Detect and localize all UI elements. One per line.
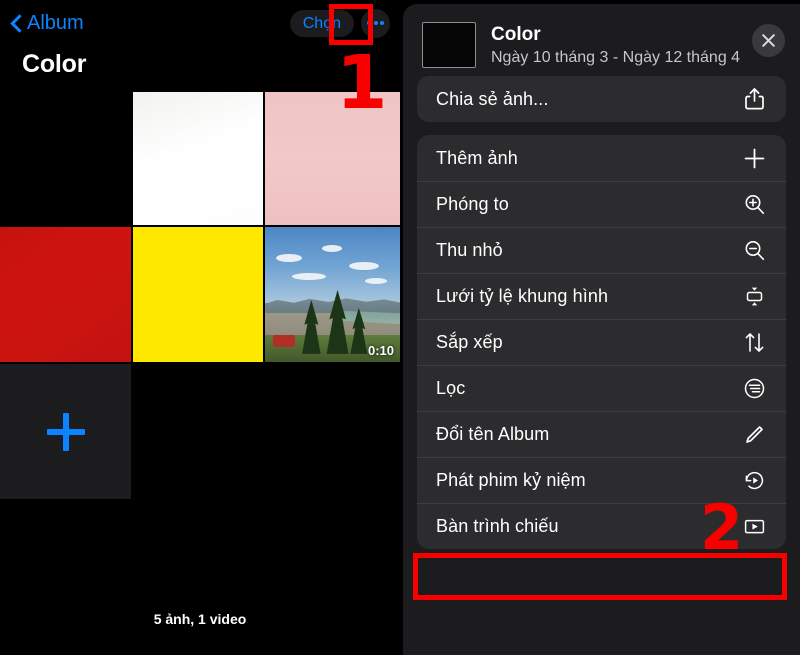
video-duration-label: 0:10 [367,343,394,358]
navigation-bar-actions: Chọn [289,8,390,38]
screenshot-root: Album Chọn Color 0:10 5 ảnh, 1 video Col… [0,0,800,655]
sheet-header: Color Ngày 10 tháng 3 - Ngày 12 tháng 4 [403,4,800,76]
menu-item-slideshow[interactable]: Bàn trình chiếu [417,503,786,549]
menu-item-label: Phóng to [436,193,509,214]
ellipsis-dot [380,21,384,25]
add-photos-tile[interactable] [0,364,131,499]
photo-thumbnail-red[interactable] [0,227,131,362]
cloud-shape [321,244,342,252]
album-thumbnail [422,22,476,68]
photo-grid: 0:10 [0,92,400,499]
photo-thumbnail-white[interactable] [132,92,264,225]
album-options-sheet: Color Ngày 10 tháng 3 - Ngày 12 tháng 4 … [403,4,800,655]
photo-thumbnail-black[interactable] [0,92,131,225]
menu-item-add-photos[interactable]: Thêm ảnh [417,135,786,181]
menu-item-filter[interactable]: Lọc [417,365,786,411]
close-icon[interactable] [752,24,785,57]
video-thumbnail-landscape[interactable]: 0:10 [265,227,400,362]
slideshow-icon [739,511,769,541]
share-menu-card: Chia sẻ ảnh... [417,76,786,122]
aspect-ratio-icon [739,281,769,311]
sheet-date-range: Ngày 10 tháng 3 - Ngày 12 tháng 4 [491,49,741,66]
pencil-icon [739,419,769,449]
menu-item-rename-album[interactable]: Đổi tên Album [417,411,786,457]
memory-play-icon [739,465,769,495]
photos-album-pane: Album Chọn Color 0:10 5 ảnh, 1 video [0,0,400,655]
menu-item-label: Lưới tỷ lệ khung hình [436,285,609,306]
zoom-out-icon [739,235,769,265]
menu-item-label: Thu nhỏ [436,239,503,260]
zoom-in-icon [739,189,769,219]
ellipsis-dot [373,21,378,25]
menu-item-sort[interactable]: Sắp xếp [417,319,786,365]
menu-item-label: Phát phim kỷ niệm [436,469,586,490]
menu-item-aspect-ratio-grid[interactable]: Lưới tỷ lệ khung hình [417,273,786,319]
menu-item-label: Lọc [436,377,466,398]
menu-item-zoom-in[interactable]: Phóng to [417,181,786,227]
ellipsis-dot [367,21,371,25]
plus-icon [46,412,85,451]
plus-icon [739,143,769,173]
album-item-count: 5 ảnh, 1 video [153,611,247,627]
menu-item-label: Đổi tên Album [436,423,550,444]
photo-thumbnail-yellow[interactable] [132,227,264,362]
photo-grid-row: 0:10 [0,227,400,362]
cloud-shape [292,272,327,280]
cloud-shape [348,262,379,271]
chevron-left-icon [11,14,22,33]
menu-item-label: Thêm ảnh [436,147,518,168]
page-title: Color [22,50,87,78]
sky-region [265,227,400,303]
navigation-bar: Album Chọn [0,0,400,46]
sheet-title: Color [491,24,541,45]
share-icon [739,84,769,114]
cloud-shape [276,254,303,262]
filter-icon [739,373,769,403]
photo-thumbnail-pink[interactable] [265,92,400,225]
photo-grid-row [0,92,400,225]
sort-icon [739,327,769,357]
photo-grid-row [0,364,400,499]
menu-item-label: Bàn trình chiếu [436,515,559,536]
back-button-label: Album [27,12,84,34]
menu-item-zoom-out[interactable]: Thu nhỏ [417,227,786,273]
menu-item-play-memory-movie[interactable]: Phát phim kỷ niệm [417,457,786,503]
red-roof-shape [273,335,295,348]
select-button[interactable]: Chọn [289,9,354,37]
menu-item-share-photos[interactable]: Chia sẻ ảnh... [417,76,786,122]
menu-item-label: Sắp xếp [436,331,503,352]
album-actions-card: Thêm ảnh Phóng to Thu nhỏ Lưới tỷ lệ khu… [417,135,786,549]
ellipsis-icon[interactable] [361,8,390,38]
menu-item-label: Chia sẻ ảnh... [436,88,549,109]
back-to-album-button[interactable]: Album [11,13,84,33]
